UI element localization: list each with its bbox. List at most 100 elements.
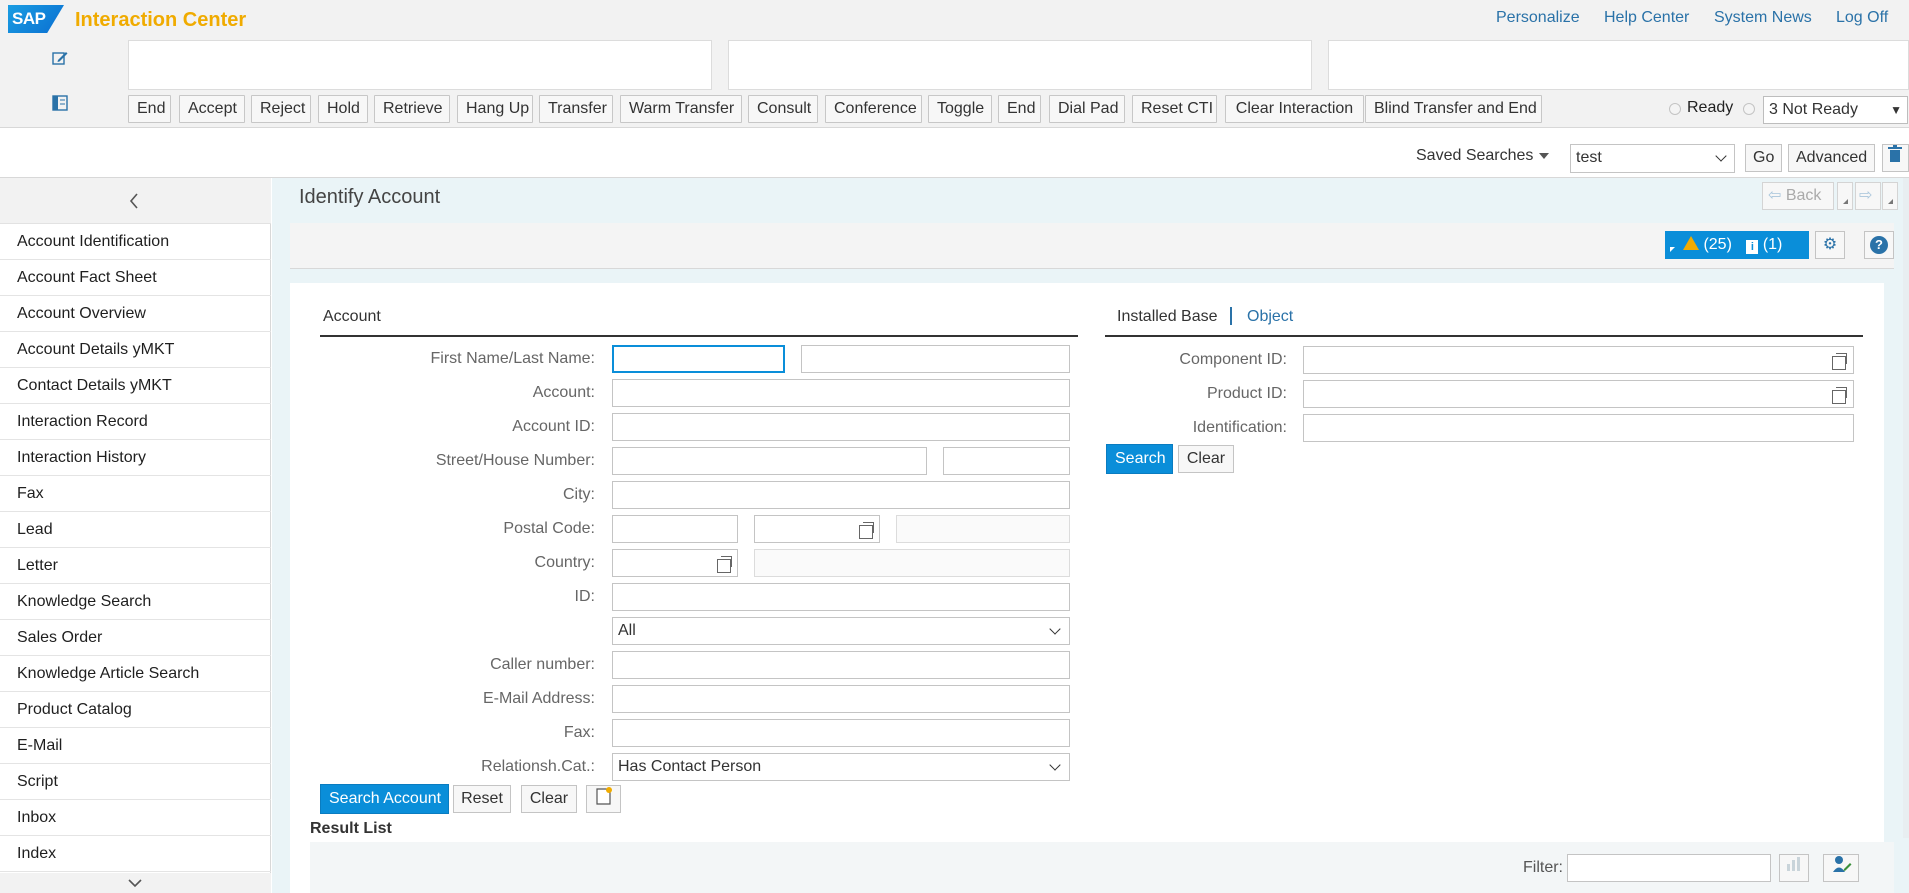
reset-cti-button[interactable]: Reset CTI [1132, 95, 1217, 123]
sidebar-collapse-bar[interactable] [0, 178, 271, 224]
sidebar-item-sales-order[interactable]: Sales Order [0, 620, 271, 656]
saved-searches-label[interactable]: Saved Searches [1416, 147, 1533, 165]
sidebar-item-account-fact-sheet[interactable]: Account Fact Sheet [0, 260, 271, 296]
sidebar-item-email[interactable]: E-Mail [0, 728, 271, 764]
clear-button[interactable]: Clear [521, 785, 577, 813]
sidebar-item-index[interactable]: Index [0, 836, 271, 872]
id-type-select[interactable]: All [612, 617, 1070, 645]
sidebar-item-account-overview[interactable]: Account Overview [0, 296, 271, 332]
fax-input[interactable] [612, 719, 1070, 747]
advanced-search-button[interactable]: Advanced [1788, 144, 1875, 172]
clear-interaction-button[interactable]: Clear Interaction [1225, 95, 1364, 123]
last-name-input[interactable] [801, 345, 1070, 373]
log-off-link[interactable]: Log Off [1836, 9, 1888, 27]
sidebar-item-inbox[interactable]: Inbox [0, 800, 271, 836]
system-news-link[interactable]: System News [1714, 9, 1812, 27]
relationship-category-label: Relationsh.Cat.: [340, 758, 595, 776]
vertical-scrollbar[interactable] [1903, 178, 1909, 838]
value-help-icon[interactable] [1832, 356, 1846, 370]
relationship-category-select[interactable]: Has Contact Person [612, 753, 1070, 781]
retrieve-button[interactable]: Retrieve [374, 95, 450, 123]
product-id-input[interactable] [1303, 380, 1854, 408]
account-id-input[interactable] [612, 413, 1070, 441]
sidebar-item-knowledge-article-search[interactable]: Knowledge Article Search [0, 656, 271, 692]
ready-radio[interactable] [1669, 103, 1681, 115]
warm-transfer-button[interactable]: Warm Transfer [620, 95, 742, 123]
sidebar-item-interaction-history[interactable]: Interaction History [0, 440, 271, 476]
accept-button[interactable]: Accept [179, 95, 245, 123]
go-button[interactable]: Go [1745, 144, 1782, 172]
value-help-icon[interactable] [859, 525, 873, 539]
personalize-table-icon[interactable] [1823, 854, 1859, 882]
city-input[interactable] [612, 481, 1070, 509]
sidebar-item-interaction-record[interactable]: Interaction Record [0, 404, 271, 440]
info-count: (1) [1763, 236, 1783, 253]
sidebar-item-account-details-ymkt[interactable]: Account Details yMKT [0, 332, 271, 368]
filter-input[interactable] [1567, 854, 1771, 882]
end-button-2[interactable]: End [998, 95, 1041, 123]
conference-button[interactable]: Conference [825, 95, 922, 123]
saved-searches-caret-icon[interactable] [1539, 153, 1549, 159]
first-name-input[interactable] [612, 345, 785, 373]
caller-number-input[interactable] [612, 651, 1070, 679]
blind-transfer-end-button[interactable]: Blind Transfer and End [1365, 95, 1542, 123]
sidebar-scroll-down[interactable] [0, 873, 271, 893]
id-input[interactable] [612, 583, 1070, 611]
back-history-dropdown[interactable] [1837, 182, 1853, 210]
component-id-input[interactable] [1303, 346, 1854, 374]
hang-up-button[interactable]: Hang Up [457, 95, 533, 123]
tab-object[interactable]: Object [1247, 308, 1293, 326]
clear-ib-button[interactable]: Clear [1178, 445, 1234, 473]
forward-history-dropdown[interactable] [1882, 182, 1898, 210]
saved-search-select[interactable]: test [1570, 144, 1735, 173]
not-ready-radio[interactable] [1743, 103, 1755, 115]
postal-code-input[interactable] [612, 515, 738, 543]
forward-arrow-icon[interactable]: ⇨ [1855, 182, 1881, 210]
end-button[interactable]: End [128, 95, 171, 123]
identification-input[interactable] [1303, 414, 1854, 442]
help-center-link[interactable]: Help Center [1604, 9, 1689, 27]
back-button[interactable]: ⇦ Back [1762, 182, 1834, 210]
sidebar-item-script[interactable]: Script [0, 764, 271, 800]
ready-label: Ready [1687, 99, 1733, 117]
delete-trash-icon[interactable] [1882, 144, 1909, 172]
street-input[interactable] [612, 447, 927, 475]
agent-status-select[interactable]: 3 Not Ready ▼ [1763, 96, 1908, 124]
postal-code-label: Postal Code: [340, 520, 595, 538]
value-help-icon[interactable] [1832, 390, 1846, 404]
search-account-button[interactable]: Search Account [320, 784, 449, 814]
transfer-button[interactable]: Transfer [539, 95, 613, 123]
sidebar-item-product-catalog[interactable]: Product Catalog [0, 692, 271, 728]
chevron-left-icon[interactable] [128, 192, 140, 210]
new-note-icon[interactable] [586, 785, 621, 813]
value-help-icon[interactable] [717, 559, 731, 573]
directory-icon[interactable] [50, 94, 70, 114]
help-icon[interactable]: ? [1864, 231, 1894, 259]
toggle-button[interactable]: Toggle [928, 95, 992, 123]
sidebar-item-knowledge-search[interactable]: Knowledge Search [0, 584, 271, 620]
email-input[interactable] [612, 685, 1070, 713]
id-type-value: All [618, 622, 636, 639]
sidebar-item-account-identification[interactable]: Account Identification [0, 224, 271, 260]
chart-icon[interactable] [1779, 854, 1809, 882]
search-button[interactable]: Search [1106, 444, 1173, 474]
dial-pad-button[interactable]: Dial Pad [1049, 95, 1125, 123]
sidebar-item-letter[interactable]: Letter [0, 548, 271, 584]
message-indicator[interactable]: (25) i (1) [1665, 231, 1809, 259]
settings-gear-icon[interactable]: ⚙ [1815, 231, 1845, 259]
edit-note-icon[interactable] [50, 49, 70, 69]
house-number-input[interactable] [943, 447, 1070, 475]
chevron-down-icon[interactable] [127, 878, 143, 888]
account-id-label: Account ID: [340, 418, 595, 436]
reject-button[interactable]: Reject [251, 95, 311, 123]
sidebar-item-fax[interactable]: Fax [0, 476, 271, 512]
consult-button[interactable]: Consult [748, 95, 818, 123]
account-input[interactable] [612, 379, 1070, 407]
hold-button[interactable]: Hold [318, 95, 368, 123]
reset-button[interactable]: Reset [453, 785, 511, 813]
sidebar-item-lead[interactable]: Lead [0, 512, 271, 548]
personalize-link[interactable]: Personalize [1496, 9, 1580, 27]
sidebar-item-contact-details-ymkt[interactable]: Contact Details yMKT [0, 368, 271, 404]
postal-code-desc-input [896, 515, 1070, 543]
tab-installed-base[interactable]: Installed Base [1117, 308, 1218, 326]
